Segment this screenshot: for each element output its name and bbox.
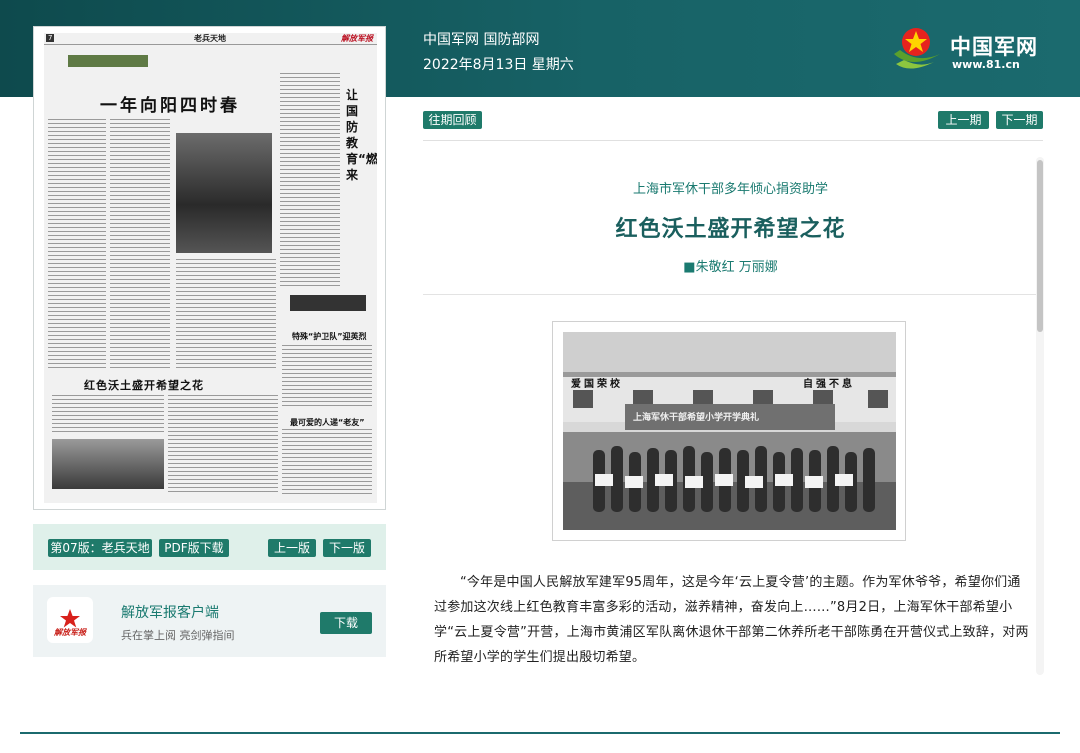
site-logo[interactable]: 中国军网 www.81.cn bbox=[890, 24, 1050, 76]
newspaper-text-column bbox=[282, 345, 372, 409]
photo-sign-left: 爱国荣校 bbox=[571, 379, 623, 390]
photo-banner-text: 上海军休干部希望小学开学典礼 bbox=[633, 413, 760, 423]
next-edition-button[interactable]: 下一版 bbox=[323, 539, 371, 557]
article-subtitle: 上海市军休干部多年倾心捐资助学 bbox=[632, 182, 828, 197]
client-download-button[interactable]: 下载 bbox=[320, 612, 372, 634]
client-app-subtitle: 兵在掌上阅 亮剑弹指间 bbox=[121, 629, 235, 642]
newspaper-section-title: 老兵天地 bbox=[194, 34, 226, 43]
newspaper-page-number: 7 bbox=[46, 34, 55, 42]
newspaper-page-thumbnail[interactable]: 7 老兵天地 解放军报 一年向阳四时春 让国防教育“燃”起来 特殊“护卫队”迎英… bbox=[33, 26, 386, 510]
footer-divider bbox=[20, 732, 1060, 734]
prev-issue-button[interactable]: 上一期 bbox=[938, 111, 989, 129]
article-photo: 爱国荣校 自强不息 上海军休干部希望小学开学典礼 bbox=[563, 332, 896, 530]
school-photo-illustration bbox=[563, 332, 896, 530]
current-edition-button[interactable]: 第07版：老兵天地 bbox=[48, 539, 152, 557]
newspaper-headline-fourth[interactable]: 最可爱的人递“老友” bbox=[290, 417, 365, 428]
newspaper-headline-vertical[interactable]: 让国防教育“燃”起来 bbox=[346, 87, 377, 183]
pdf-download-button[interactable]: PDF版下载 bbox=[159, 539, 229, 557]
edition-nav-bar: 第07版：老兵天地 PDF版下载 上一版 下一版 bbox=[33, 524, 386, 570]
newspaper-column-banner bbox=[290, 295, 366, 311]
newspaper-photo bbox=[176, 133, 272, 253]
divider bbox=[423, 140, 1043, 141]
newspaper-text-column bbox=[110, 119, 170, 369]
newspaper-page-image: 7 老兵天地 解放军报 一年向阳四时春 让国防教育“燃”起来 特殊“护卫队”迎英… bbox=[44, 33, 377, 503]
newspaper-headline-second[interactable]: 红色沃土盛开希望之花 bbox=[84, 377, 204, 393]
army-star-icon bbox=[894, 28, 940, 69]
article-photo-frame: 爱国荣校 自强不息 上海军休干部希望小学开学典礼 bbox=[552, 321, 906, 541]
newspaper-headline-third[interactable]: 特殊“护卫队”迎英烈 bbox=[292, 331, 367, 342]
next-issue-button[interactable]: 下一期 bbox=[996, 111, 1043, 129]
archive-button[interactable]: 往期回顾 bbox=[423, 111, 482, 129]
client-app-logo-text: 解放军报 bbox=[54, 628, 86, 637]
newspaper-text-column bbox=[176, 259, 276, 369]
client-app-title: 解放军报客户端 bbox=[121, 605, 219, 621]
logo-text: 中国军网 bbox=[950, 35, 1038, 59]
newspaper-masthead: 7 老兵天地 解放军报 bbox=[44, 33, 377, 45]
logo-url: www.81.cn bbox=[952, 58, 1020, 71]
client-app-promo: 解放军报 解放军报客户端 兵在掌上阅 亮剑弹指间 下载 bbox=[33, 585, 386, 657]
divider bbox=[423, 294, 1038, 295]
newspaper-column-tag bbox=[68, 55, 148, 67]
article-author: ■朱敬红 万丽娜 bbox=[683, 260, 778, 275]
newspaper-headline-main[interactable]: 一年向阳四时春 bbox=[100, 91, 240, 116]
current-date: 2022年8月13日 星期六 bbox=[423, 57, 574, 73]
article-scrollbar-thumb[interactable] bbox=[1037, 160, 1043, 332]
article-body-paragraph: “今年是中国人民解放军建军95周年，这是今年‘云上夏令营’的主题。作为军休爷爷，… bbox=[434, 575, 1029, 665]
newspaper-brand: 解放军报 bbox=[341, 34, 373, 43]
newspaper-text-column bbox=[168, 395, 278, 495]
site-links[interactable]: 中国军网 国防部网 bbox=[423, 29, 539, 49]
prev-edition-button[interactable]: 上一版 bbox=[268, 539, 316, 557]
newspaper-text-column bbox=[282, 429, 372, 495]
client-app-logo: 解放军报 bbox=[47, 597, 93, 643]
newspaper-photo bbox=[52, 439, 164, 489]
photo-sign-right: 自强不息 bbox=[803, 379, 855, 390]
newspaper-text-column bbox=[52, 395, 164, 435]
newspaper-text-column bbox=[48, 119, 106, 369]
article-title: 红色沃土盛开希望之花 bbox=[615, 217, 846, 242]
newspaper-text-column bbox=[280, 73, 340, 289]
